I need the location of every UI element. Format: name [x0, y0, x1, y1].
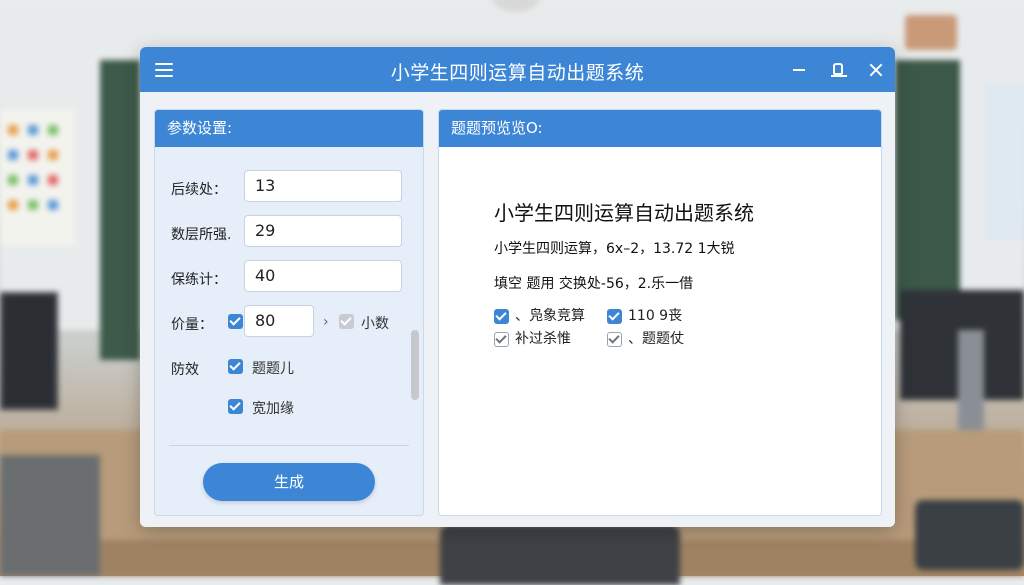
- field-label-2: 数层所强.: [171, 227, 232, 243]
- field-label-3: 保练计：: [171, 272, 227, 288]
- decimal-checkbox[interactable]: [339, 314, 354, 329]
- field-input-2[interactable]: 29: [244, 215, 402, 247]
- preview-panel-header: 题题预览览O:: [439, 110, 881, 147]
- option-checkbox-1[interactable]: [228, 359, 243, 374]
- preview-option-2[interactable]: 110 9丧: [607, 305, 682, 325]
- preview-title: 小学生四则运算自动出题系统: [494, 201, 754, 225]
- field-row-1: 后续处： 13: [155, 170, 423, 204]
- settings-panel: 参数设置: 后续处： 13 数层所强. 29 保练计： 40 价量： 80 › …: [154, 109, 424, 516]
- preview-checkbox-1[interactable]: [494, 308, 509, 324]
- option-row: 防效 题题儿: [155, 350, 423, 384]
- window-title: 小学生四则运算自动出题系统: [390, 62, 645, 84]
- preview-option-label-1: 、凫象竞算: [515, 308, 585, 324]
- minimize-icon[interactable]: [788, 59, 810, 81]
- option-text-2: 宽加缘: [252, 401, 294, 417]
- divider: [169, 445, 409, 446]
- option-row-2: 宽加缘: [155, 390, 423, 424]
- preview-line-2: 填空 题用 交换处-56，2.乐一借: [494, 276, 694, 292]
- generate-button[interactable]: 生成: [203, 463, 375, 501]
- unit-checkbox[interactable]: [228, 314, 243, 329]
- preview-option-4[interactable]: 、题题仗: [607, 328, 684, 348]
- option-label: 防效: [171, 362, 199, 378]
- preview-option-1[interactable]: 、凫象竞算: [494, 305, 585, 325]
- scrollbar-thumb[interactable]: [411, 330, 419, 400]
- preview-panel: 题题预览览O: 小学生四则运算自动出题系统 小学生四则运算，6x–2，13.72…: [438, 109, 882, 516]
- decimal-label: 小数: [361, 316, 389, 332]
- field-label-1: 后续处：: [171, 182, 227, 198]
- title-bar: 小学生四则运算自动出题系统: [140, 47, 895, 92]
- separator-chevron-icon: ›: [323, 314, 329, 330]
- field-input-1[interactable]: 13: [244, 170, 402, 202]
- app-window: 小学生四则运算自动出题系统 参数设置: 后续处： 13 数层所强. 29 保练计…: [140, 47, 895, 527]
- preview-checkbox-2[interactable]: [607, 308, 622, 324]
- unit-label: 价量：: [171, 317, 213, 333]
- preview-option-label-2: 110 9丧: [628, 308, 683, 324]
- option-text-1: 题题儿: [252, 361, 294, 377]
- close-icon[interactable]: [865, 59, 887, 81]
- preview-option-3[interactable]: 补过杀惟: [494, 328, 571, 348]
- unit-row: 价量： 80 › 小数: [155, 305, 423, 339]
- settings-panel-header: 参数设置:: [155, 110, 423, 147]
- preview-checkbox-3[interactable]: [494, 331, 509, 347]
- preview-line-1: 小学生四则运算，6x–2，13.72 1大锐: [494, 241, 735, 257]
- preview-option-label-4: 、题题仗: [628, 331, 684, 347]
- field-input-3[interactable]: 40: [244, 260, 402, 292]
- field-row-3: 保练计： 40: [155, 260, 423, 294]
- preview-checkbox-4[interactable]: [607, 331, 622, 347]
- restore-icon[interactable]: [828, 59, 850, 81]
- window-content: 参数设置: 后续处： 13 数层所强. 29 保练计： 40 价量： 80 › …: [140, 92, 895, 527]
- unit-input[interactable]: 80: [244, 305, 314, 337]
- field-row-2: 数层所强. 29: [155, 215, 423, 249]
- preview-option-label-3: 补过杀惟: [515, 331, 571, 347]
- option-checkbox-2[interactable]: [228, 399, 243, 414]
